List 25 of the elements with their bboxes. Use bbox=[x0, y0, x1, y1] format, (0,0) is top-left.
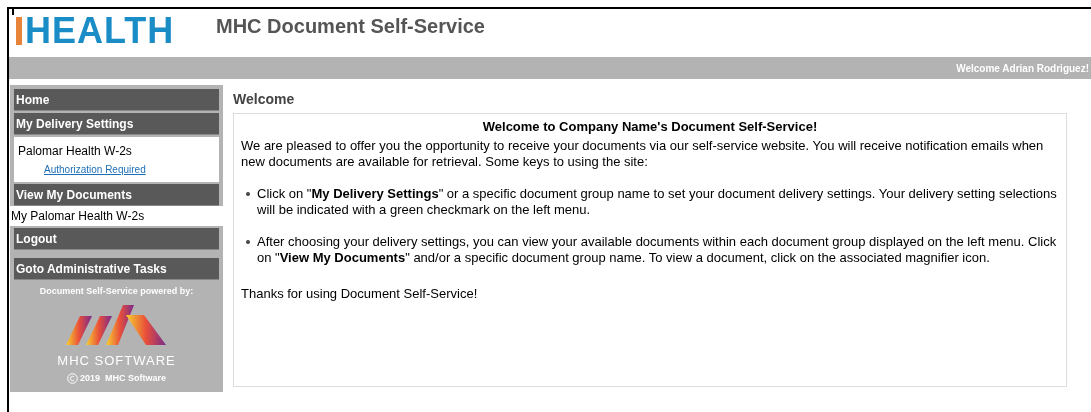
bullet-icon bbox=[246, 192, 250, 196]
copyright-icon bbox=[67, 373, 78, 385]
closing-text: Thanks for using Document Self-Service! bbox=[241, 286, 479, 302]
menu-item[interactable]: Logout bbox=[14, 228, 219, 250]
brand-logo-icon bbox=[65, 304, 168, 347]
bullet-text: After choosing your delivery settings, you can view your available documents within each document group displayed on the left menu. Click on "View My Documents" and/or a specific document group name. To view a document, click on the associated magnifier icon. bbox=[257, 234, 1058, 266]
intro-paragraph: We are pleased to offer you the opportunity to receive your documents via our self-service website. You will receive notification emails when new documents are available for retrieval. Some keys to using the site: bbox=[241, 138, 1045, 170]
menu-item[interactable]: Home bbox=[14, 89, 219, 111]
section-heading: Welcome bbox=[233, 90, 296, 109]
bullet-text: Click on "My Delivery Settings" or a specific document group name to set your document delivery settings. Your delivery setting selections will be indicated with a green checkmark on the left menu. bbox=[257, 186, 1058, 218]
menu-subitem[interactable]: My Palomar Health W-2s bbox=[10, 206, 223, 226]
menu-item[interactable]: View My Documents bbox=[14, 184, 219, 206]
menu-item[interactable]: My Delivery Settings bbox=[14, 113, 219, 135]
brand-name: MHC SOFTWARE bbox=[56, 351, 177, 370]
menu-subitem[interactable]: Palomar Health W-2s bbox=[14, 142, 136, 160]
logo-mark-icon bbox=[16, 17, 22, 45]
authorization-link[interactable]: Authorization Required bbox=[44, 162, 146, 177]
menu-item[interactable]: Goto Administrative Tasks bbox=[14, 258, 219, 280]
page-title: MHC Document Self-Service bbox=[216, 14, 485, 39]
copyright-text: 2019 MHC Software bbox=[80, 372, 166, 385]
welcome-title: Welcome to Company Name's Document Self-Service! bbox=[481, 119, 819, 135]
welcome-text: Welcome Adrian Rodriguez! bbox=[956, 61, 1089, 76]
bullet-icon bbox=[246, 240, 250, 244]
powered-by-text: Document Self-Service powered by: bbox=[38, 285, 195, 298]
logo-text: HEALTH bbox=[25, 11, 175, 51]
